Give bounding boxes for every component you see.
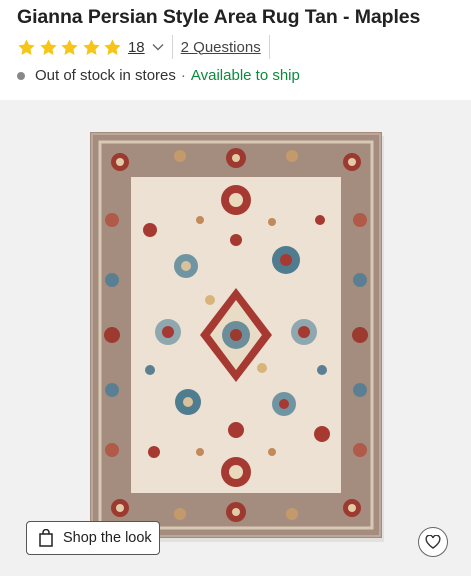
shop-the-look-label: Shop the look [63, 530, 152, 546]
star-icon [104, 38, 122, 55]
star-icon [61, 38, 78, 55]
divider [171, 35, 173, 59]
rating-row: 18 2 Questions [17, 35, 278, 59]
product-header: Gianna Persian Style Area Rug Tan - Mapl… [0, 0, 471, 100]
heart-icon [425, 535, 441, 549]
divider [268, 35, 270, 59]
shop-the-look-button[interactable]: Shop the look [26, 521, 160, 555]
review-count-link[interactable]: 18 [128, 39, 145, 56]
rug-image [90, 132, 384, 542]
star-icon [83, 38, 100, 55]
status-dot [17, 71, 25, 80]
separator: · [180, 67, 186, 84]
in-store-status: Out of stock in stores [35, 67, 176, 84]
star-rating[interactable] [17, 38, 125, 57]
chevron-down-icon[interactable] [152, 43, 164, 51]
shopping-bag-icon [39, 529, 53, 547]
star-icon [39, 38, 57, 55]
ship-status: Available to ship [190, 67, 300, 84]
star-icon [18, 38, 35, 55]
questions-link[interactable]: 2 Questions [181, 39, 261, 56]
favorite-button[interactable] [418, 527, 448, 557]
product-image-gallery[interactable] [0, 100, 471, 576]
availability-row: Out of stock in stores · Available to sh… [17, 67, 300, 84]
product-title: Gianna Persian Style Area Rug Tan - Mapl… [17, 6, 421, 28]
